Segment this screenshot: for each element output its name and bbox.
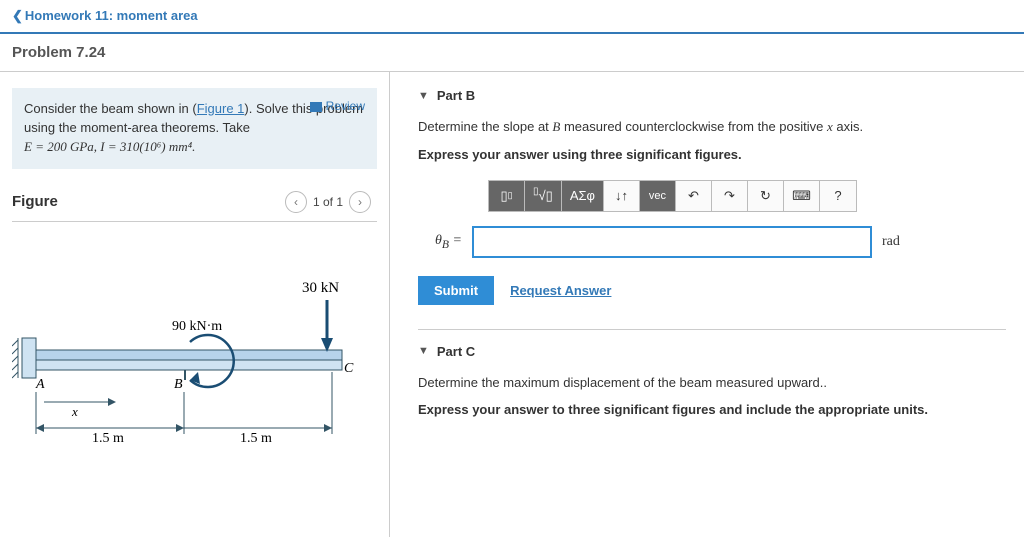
info-equation: E = 200 GPa, I = 310(10⁶) mm⁴. [24, 139, 195, 154]
answer-unit: rad [882, 234, 900, 250]
label-C: C [344, 361, 354, 376]
tool-keyboard-button[interactable]: ⌨ [784, 181, 820, 211]
pager-next-button[interactable]: › [349, 191, 371, 213]
chevron-left-icon: ❮ [12, 8, 23, 23]
left-panel: Review Consider the beam shown in (Figur… [0, 72, 390, 537]
answer-input[interactable] [472, 226, 872, 258]
figure-title: Figure [12, 193, 58, 210]
review-label: Review [326, 99, 365, 113]
tool-format-button[interactable]: ▯▯ [489, 181, 525, 211]
moment-label: 90 kN·m [172, 319, 222, 334]
tool-vec-button[interactable]: vec [640, 181, 676, 211]
tool-templates-button[interactable]: ΑΣφ [562, 181, 604, 211]
answer-toolbar: ▯▯ ▯√▯ ΑΣφ ↓↑ vec ↶ ↷ ↻ ⌨ ? [488, 180, 857, 212]
submit-button[interactable]: Submit [418, 276, 494, 305]
dim-1: 1.5 m [92, 431, 124, 446]
tool-updown-button[interactable]: ↓↑ [604, 181, 640, 211]
pager-text: 1 of 1 [313, 195, 343, 209]
part-c-description: Determine the maximum displacement of th… [418, 373, 1006, 393]
caret-down-icon: ▼ [418, 90, 429, 102]
load-label: 30 kN [302, 280, 339, 296]
pager-prev-button[interactable]: ‹ [285, 191, 307, 213]
back-link[interactable]: ❮Homework 11: moment area [12, 8, 198, 23]
tool-undo-button[interactable]: ↶ [676, 181, 712, 211]
label-A: A [35, 377, 45, 392]
answer-label: θB = [418, 233, 462, 251]
info-text-1: Consider the beam shown in ( [24, 101, 197, 116]
problem-statement: Review Consider the beam shown in (Figur… [12, 88, 377, 169]
tool-redo-button[interactable]: ↷ [712, 181, 748, 211]
tool-sqrt-button[interactable]: ▯√▯ [525, 181, 562, 211]
flag-icon [310, 102, 322, 112]
dim-2: 1.5 m [240, 431, 272, 446]
part-b-title: Part B [437, 88, 475, 103]
back-link-label: Homework 11: moment area [25, 8, 198, 23]
caret-down-icon: ▼ [418, 345, 429, 357]
beam-diagram: 30 kN 90 kN·m A B C x 1.5 m [12, 230, 372, 460]
request-answer-link[interactable]: Request Answer [510, 283, 611, 298]
part-b-header[interactable]: ▼ Part B [418, 88, 1006, 103]
problem-title: Problem 7.24 [0, 34, 1024, 72]
figure-pager: ‹ 1 of 1 › [285, 191, 371, 213]
figure-link[interactable]: Figure 1 [197, 101, 245, 116]
label-B: B [174, 377, 183, 392]
part-b-instruction: Express your answer using three signific… [418, 147, 1006, 162]
part-c-title: Part C [437, 344, 475, 359]
part-b-description: Determine the slope at B measured counte… [418, 117, 1006, 137]
tool-help-button[interactable]: ? [820, 181, 856, 211]
review-link[interactable]: Review [310, 98, 365, 115]
right-panel: ▼ Part B Determine the slope at B measur… [390, 72, 1024, 537]
part-c-instruction: Express your answer to three significant… [418, 402, 1006, 417]
part-c-header[interactable]: ▼ Part C [418, 344, 1006, 359]
tool-reset-button[interactable]: ↻ [748, 181, 784, 211]
figure-frame: 30 kN 90 kN·m A B C x 1.5 m [12, 221, 377, 471]
label-x: x [71, 404, 78, 419]
